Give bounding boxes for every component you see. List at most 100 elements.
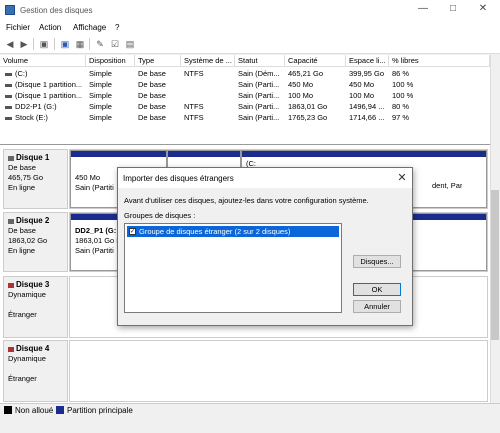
table-row[interactable]: DD2-P1 (G:) Simple De base NTFS Sain (Pa… (0, 102, 490, 112)
toolbar-separator (54, 38, 55, 50)
type-cell: De base (138, 69, 166, 78)
group-checkbox[interactable]: ✓ (129, 228, 136, 235)
connect-icon[interactable]: ✎ (94, 38, 106, 50)
view-icon[interactable]: ▤ (124, 38, 136, 50)
dialog-close-icon[interactable]: ✕ (395, 171, 409, 185)
primary-partition-bar (168, 151, 240, 157)
percent-free-cell: 97 % (392, 113, 410, 122)
close-icon[interactable]: ✕ (472, 2, 494, 16)
col-capacity[interactable]: Capacité (285, 55, 346, 67)
legend-unallocated: Non alloué (15, 406, 54, 415)
col-free-space[interactable]: Espace li... (346, 55, 389, 67)
filesystem-cell: NTFS (184, 113, 204, 122)
ok-button[interactable]: OK (353, 283, 401, 296)
volume-cell: (C:) (2, 69, 86, 79)
capacity-cell: 1765,23 Go (288, 113, 328, 122)
back-icon[interactable]: ◀ (4, 38, 16, 50)
primary-partition-bar (242, 151, 486, 157)
disposition-cell: Simple (89, 69, 112, 78)
volume-cell: (Disque 1 partition... (2, 80, 86, 90)
status-cell: Sain (Parti... (238, 102, 280, 111)
percent-free-cell: 100 % (392, 80, 414, 89)
check-icon[interactable]: ☑ (109, 38, 121, 50)
filesystem-cell (181, 80, 235, 90)
foreign-disk-icon (8, 346, 14, 352)
type-cell: De base (138, 102, 166, 111)
disposition-cell: Simple (89, 80, 112, 89)
volume-cell: Stock (E:) (2, 113, 86, 123)
forward-icon[interactable]: ▶ (18, 38, 30, 50)
menu-help[interactable]: ? (115, 23, 119, 32)
col-volume[interactable]: Volume (0, 55, 86, 67)
disk-groups-label: Groupes de disques : (124, 211, 196, 220)
minimize-icon[interactable]: — (412, 2, 434, 16)
table-row[interactable]: (Disque 1 partition... Simple De base Sa… (0, 91, 490, 101)
percent-free-cell: 86 % (392, 69, 410, 78)
status-cell: Sain (Parti... (238, 80, 280, 89)
list-item[interactable]: Groupe de disques étranger (2 sur 2 disq… (127, 226, 339, 237)
disk-4-label[interactable]: Disque 4 Dynamique Étranger (3, 340, 68, 402)
maximize-icon[interactable]: □ (442, 2, 464, 16)
disk-3-label[interactable]: Disque 3 Dynamique Étranger (3, 276, 68, 338)
disk-icon (8, 218, 14, 224)
col-filesystem[interactable]: Système de ... (181, 55, 235, 67)
primary-partition-bar (71, 151, 166, 157)
disks-button[interactable]: Disques... (353, 255, 401, 268)
properties-icon[interactable]: ▦ (74, 38, 86, 50)
filesystem-cell (181, 91, 235, 101)
disk-4-partitions (69, 340, 488, 402)
col-type[interactable]: Type (135, 55, 181, 67)
percent-free-cell: 80 % (392, 102, 410, 111)
col-percent-free[interactable]: % libres (389, 55, 490, 67)
unallocated-swatch (4, 406, 12, 414)
volume-cell: (Disque 1 partition... (2, 91, 86, 101)
scrollbar-thumb[interactable] (491, 190, 499, 340)
dialog-description: Avant d'utiliser ces disques, ajoutez-le… (124, 196, 369, 205)
type-cell: De base (138, 80, 166, 89)
import-foreign-disks-dialog: Importer des disques étrangers ✕ Avant d… (117, 167, 413, 326)
capacity-cell: 465,21 Go (288, 69, 324, 78)
type-cell: De base (138, 113, 166, 122)
volume-icon (5, 72, 12, 76)
status-cell: Sain (Dém... (238, 69, 280, 78)
col-disposition[interactable]: Disposition (86, 55, 135, 67)
disk-2-label[interactable]: Disque 2 De base 1863,02 Go En ligne (3, 212, 68, 272)
free-space-cell: 100 Mo (349, 91, 375, 100)
menu-fichier[interactable]: Fichier (6, 23, 30, 32)
toolbar-separator (33, 38, 34, 50)
cancel-button[interactable]: Annuler (353, 300, 401, 313)
volume-icon (5, 105, 12, 109)
disk-icon (8, 155, 14, 161)
status-cell: Sain (Parti... (238, 91, 280, 100)
table-row[interactable]: (C:) Simple De base NTFS Sain (Dém... 46… (0, 69, 490, 79)
menu-affichage[interactable]: Affichage (73, 23, 106, 32)
disk-groups-list[interactable]: Groupe de disques étranger (2 sur 2 disq… (124, 223, 342, 313)
table-row[interactable]: Stock (E:) Simple De base NTFS Sain (Par… (0, 113, 490, 123)
percent-free-cell: 100 % (392, 91, 414, 100)
primary-partition-swatch (56, 406, 64, 414)
volume-icon (5, 94, 12, 98)
disposition-cell: Simple (89, 102, 112, 111)
free-space-cell: 1714,66 ... (349, 113, 385, 122)
col-status[interactable]: Statut (235, 55, 285, 67)
free-space-cell: 1496,94 ... (349, 102, 385, 111)
status-cell: Sain (Parti... (238, 113, 280, 122)
free-space-cell: 450 Mo (349, 80, 375, 89)
window-title: Gestion des disques (20, 6, 93, 15)
filesystem-cell: NTFS (184, 69, 204, 78)
volume-icon (5, 116, 12, 120)
disposition-cell: Simple (89, 91, 112, 100)
help-icon[interactable]: ▣ (59, 38, 71, 50)
type-cell: De base (138, 91, 166, 100)
volume-cell: DD2-P1 (G:) (2, 102, 86, 112)
foreign-disk-icon (8, 282, 14, 288)
volume-icon (5, 83, 12, 87)
console-tree-icon[interactable]: ▣ (38, 38, 50, 50)
table-row[interactable]: (Disque 1 partition... Simple De base Sa… (0, 80, 490, 90)
menu-action[interactable]: Action (39, 23, 61, 32)
legend-primary: Partition principale (67, 406, 133, 415)
disk-1-label[interactable]: Disque 1 De base 465,75 Go En ligne (3, 149, 68, 209)
status-bar (0, 417, 500, 433)
capacity-cell: 100 Mo (288, 91, 314, 100)
disk-management-icon (5, 5, 15, 15)
